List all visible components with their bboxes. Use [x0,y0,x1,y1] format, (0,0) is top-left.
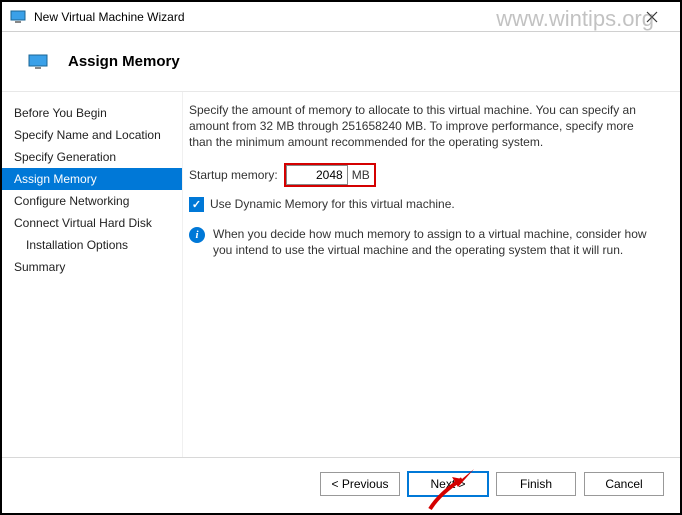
step-specify-generation[interactable]: Specify Generation [2,146,182,168]
next-button[interactable]: Next > [408,472,488,496]
app-icon [10,9,26,25]
dynamic-memory-checkbox[interactable]: ✓ [189,197,204,212]
wizard-header: Assign Memory [2,32,680,92]
page-title: Assign Memory [68,53,180,70]
wizard-steps: Before You Begin Specify Name and Locati… [2,92,182,457]
step-summary[interactable]: Summary [2,256,182,278]
step-connect-vhd[interactable]: Connect Virtual Hard Disk [2,212,182,234]
startup-memory-row: Startup memory: MB [189,163,658,187]
close-button[interactable] [632,3,672,31]
window-title: New Virtual Machine Wizard [34,10,185,24]
dynamic-memory-row: ✓ Use Dynamic Memory for this virtual ma… [189,197,658,212]
step-before-you-begin[interactable]: Before You Begin [2,102,182,124]
titlebar: New Virtual Machine Wizard [2,2,680,32]
info-text: When you decide how much memory to assig… [213,226,658,258]
wizard-footer: < Previous Next > Finish Cancel [2,457,680,509]
info-row: i When you decide how much memory to ass… [189,226,658,258]
step-configure-networking[interactable]: Configure Networking [2,190,182,212]
startup-memory-input[interactable] [286,165,348,185]
info-icon: i [189,227,205,243]
cancel-button[interactable]: Cancel [584,472,664,496]
memory-unit: MB [352,168,370,182]
startup-memory-label: Startup memory: [189,168,278,182]
dynamic-memory-label: Use Dynamic Memory for this virtual mach… [210,197,455,211]
description-text: Specify the amount of memory to allocate… [189,102,658,151]
step-installation-options[interactable]: Installation Options [2,234,182,256]
previous-button[interactable]: < Previous [320,472,400,496]
step-assign-memory[interactable]: Assign Memory [2,168,182,190]
monitor-icon [28,54,48,70]
main-panel: Specify the amount of memory to allocate… [182,92,680,457]
highlight-annotation: MB [284,163,376,187]
step-specify-name[interactable]: Specify Name and Location [2,124,182,146]
finish-button[interactable]: Finish [496,472,576,496]
